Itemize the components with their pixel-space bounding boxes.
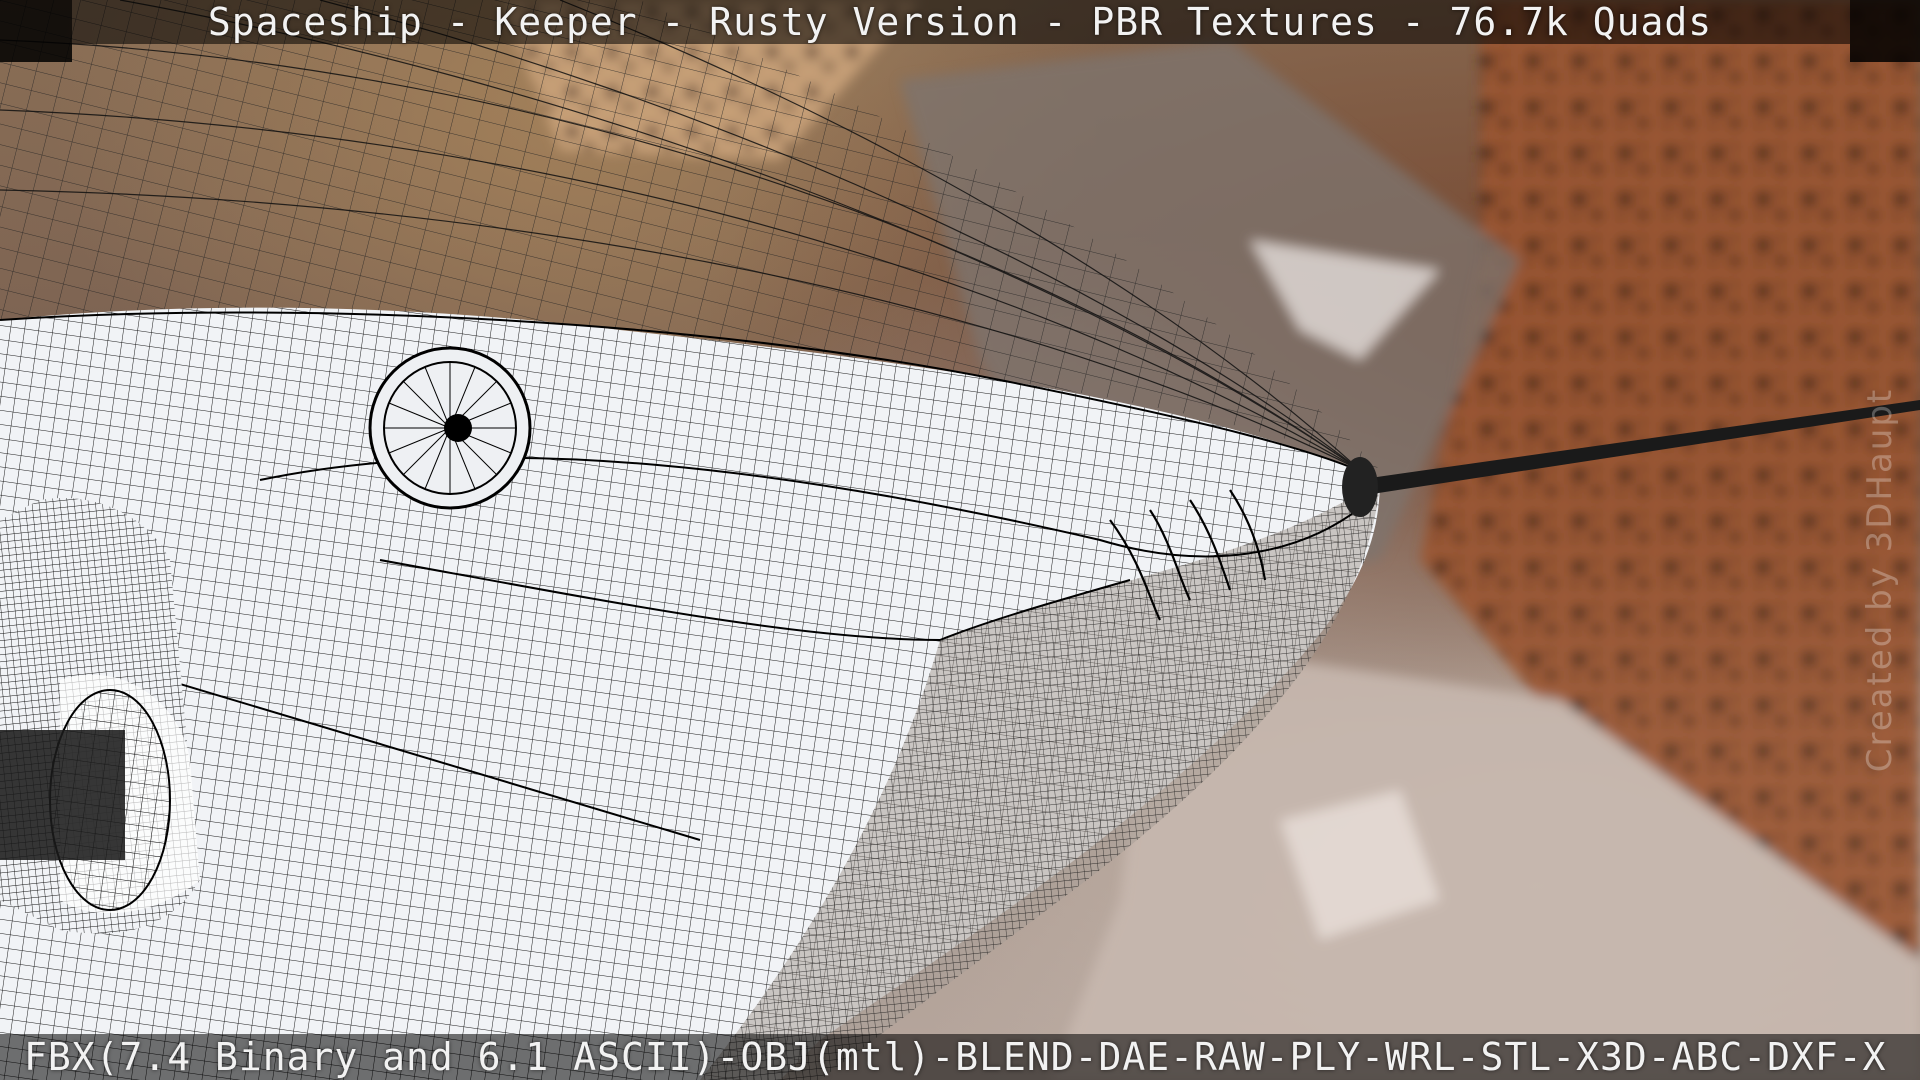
title-bar-left-block	[0, 0, 72, 62]
thruster	[0, 498, 200, 934]
file-formats-list: FBX(7.4 Binary and 6.1 ASCII)-OBJ(mtl)-B…	[24, 1035, 1887, 1079]
porthole	[368, 346, 532, 510]
model-title: Spaceship - Keeper - Rusty Version - PBR…	[207, 0, 1713, 44]
render-viewport	[0, 0, 1920, 1080]
title-bar: Spaceship - Keeper - Rusty Version - PBR…	[0, 0, 1920, 62]
format-bar: FBX(7.4 Binary and 6.1 ASCII)-OBJ(mtl)-B…	[0, 1034, 1920, 1080]
title-bar-right-block	[1850, 0, 1920, 62]
wireframe-model	[0, 0, 1920, 1080]
creator-watermark: Created by 3DHaupt	[1860, 387, 1900, 773]
